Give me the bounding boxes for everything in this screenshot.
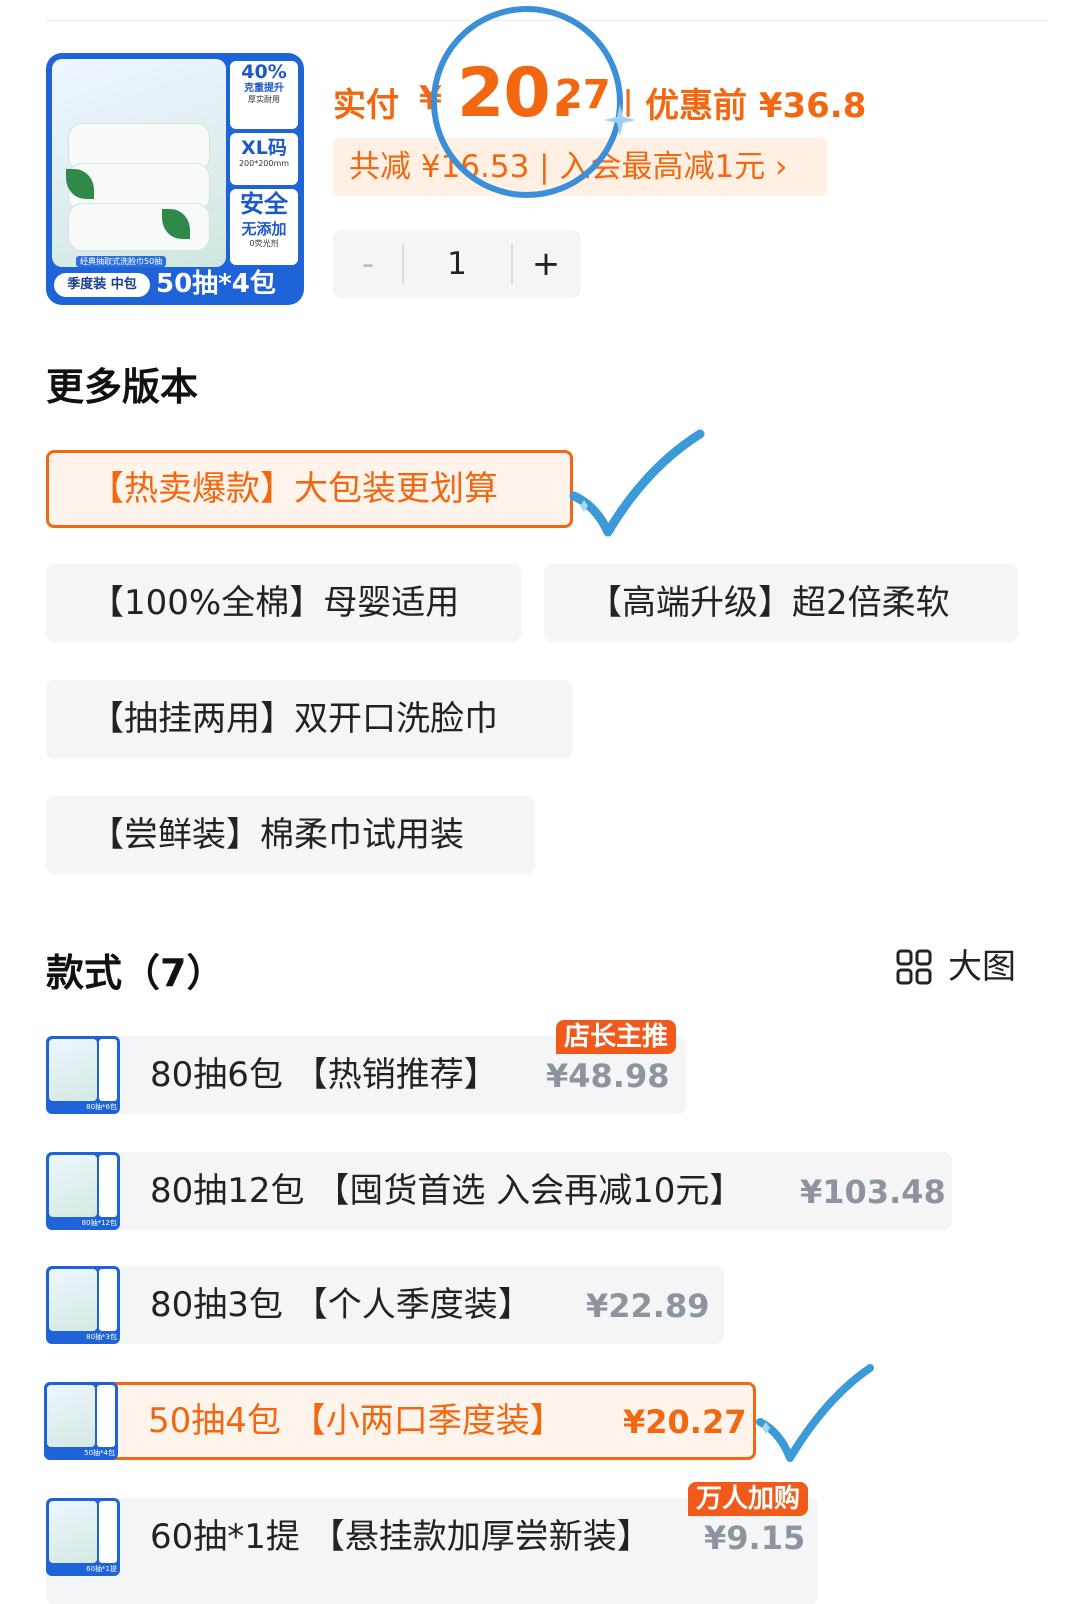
version-chip[interactable]: 【100%全棉】母婴适用 [46,564,521,642]
style-thumbnail: 60抽*1提 [46,1498,120,1576]
version-chip-label: 【尝鲜装】棉柔巾试用装 [90,815,464,855]
sparkle-icon [604,104,636,136]
version-chip[interactable]: 【抽挂两用】双开口洗脸巾 [46,680,573,758]
style-thumbnail-text: 50抽*4包 [84,1449,115,1457]
version-chip[interactable]: 【尝鲜装】棉柔巾试用装 [46,796,535,874]
version-chip-label: 【100%全棉】母婴适用 [90,583,460,623]
circle-annotation [431,6,623,198]
product-caption: 经典抽取式洗脸巾50抽 [76,256,167,267]
quantity-stepper: - 1 + [333,230,581,298]
style-thumbnail-text: 80抽*3包 [86,1333,117,1341]
style-price: ¥103.48 [800,1173,946,1211]
style-name: 80抽6包 【热销推荐】 [150,1055,498,1095]
style-thumbnail-photo [49,1039,97,1101]
product-image[interactable]: 40% 克重提升 厚实耐用 XL码 200*200mm 安全 无添加 0荧光剂 … [46,53,304,305]
style-badge: 万人加购 [688,1482,809,1516]
styles-title: 款式（7） [46,951,225,995]
style-thumbnail-side [99,1155,117,1217]
style-price: ¥20.27 [623,1403,747,1441]
versions-title: 更多版本 [46,365,199,409]
feature-safety-label: 无添加 [241,220,287,238]
check-mark-icon [569,429,705,537]
style-thumbnail: 80抽*3包 [46,1266,120,1344]
feature-weight: 40% 克重提升 厚实耐用 [230,61,298,129]
style-thumbnail: 80抽*12包 [46,1152,120,1230]
version-chip-label: 【高端升级】超2倍柔软 [588,583,950,623]
big-picture-label: 大图 [948,947,1016,987]
feature-weight-note: 厚实耐用 [248,95,280,104]
style-thumbnail: 80抽*6包 [46,1036,120,1114]
style-thumbnail-photo [49,1155,97,1217]
grid-view-icon [896,949,932,985]
style-price: ¥22.89 [586,1287,710,1325]
feature-safety-note: 0荧光剂 [249,239,279,248]
price-label: 实付 [333,85,399,124]
feature-weight-label: 克重提升 [244,83,284,94]
feature-size-note: 200*200mm [238,159,290,168]
style-thumbnail-text: 80抽*12包 [81,1219,117,1227]
style-thumbnail-side [97,1385,115,1447]
style-thumbnail-photo [49,1501,97,1563]
style-name: 60抽*1提 【悬挂款加厚尝新装】 [150,1517,651,1557]
style-thumbnail-side [99,1039,117,1101]
version-chip-label: 【抽挂两用】双开口洗脸巾 [90,699,498,739]
style-thumbnail-photo [49,1269,97,1331]
product-photo [52,59,226,267]
increase-button[interactable]: + [511,230,581,298]
feature-size-value: XL码 [241,137,287,159]
price-before-discount: 优惠前 ¥36.8 [645,86,867,126]
style-option[interactable]: 80抽*12包 80抽12包 【囤货首选 入会再减10元】 ¥103.48 [46,1152,952,1230]
style-name: 80抽3包 【个人季度装】 [150,1285,532,1325]
check-mark-icon [756,1364,874,1462]
feature-size: XL码 200*200mm [230,133,298,185]
product-feature-column: 40% 克重提升 厚实耐用 XL码 200*200mm 安全 无添加 0荧光剂 [230,59,298,267]
style-thumbnail-text: 80抽*6包 [86,1103,117,1111]
style-option[interactable]: 80抽*3包 80抽3包 【个人季度装】 ¥22.89 [46,1266,724,1344]
quantity-value[interactable]: 1 [403,230,511,298]
product-tag: 季度装 中包 [54,273,150,297]
style-name: 80抽12包 【囤货首选 入会再减10元】 [150,1171,744,1211]
style-option[interactable]: 50抽*4包 50抽4包 【小两口季度装】 ¥20.27 [44,1382,756,1460]
feature-weight-value: 40% [241,61,287,83]
version-chip-label: 【热卖爆款】大包装更划算 [90,469,498,509]
version-chip[interactable]: 【高端升级】超2倍柔软 [544,564,1018,642]
feature-safety: 安全 无添加 0荧光剂 [230,189,298,265]
style-badge: 店长主推 [556,1020,677,1054]
style-thumbnail-text: 60抽*1提 [86,1565,117,1573]
style-thumbnail: 50抽*4包 [44,1382,118,1460]
style-name: 50抽4包 【小两口季度装】 [148,1401,564,1441]
feature-safety-value: 安全 [240,190,288,218]
style-thumbnail-side [99,1501,117,1563]
style-thumbnail-photo [47,1385,95,1447]
version-chip[interactable]: 【热卖爆款】大包装更划算 [46,450,573,528]
style-thumbnail-side [99,1269,117,1331]
decrease-button[interactable]: - [333,230,403,298]
product-pack-size: 50抽*4包 [156,269,276,299]
